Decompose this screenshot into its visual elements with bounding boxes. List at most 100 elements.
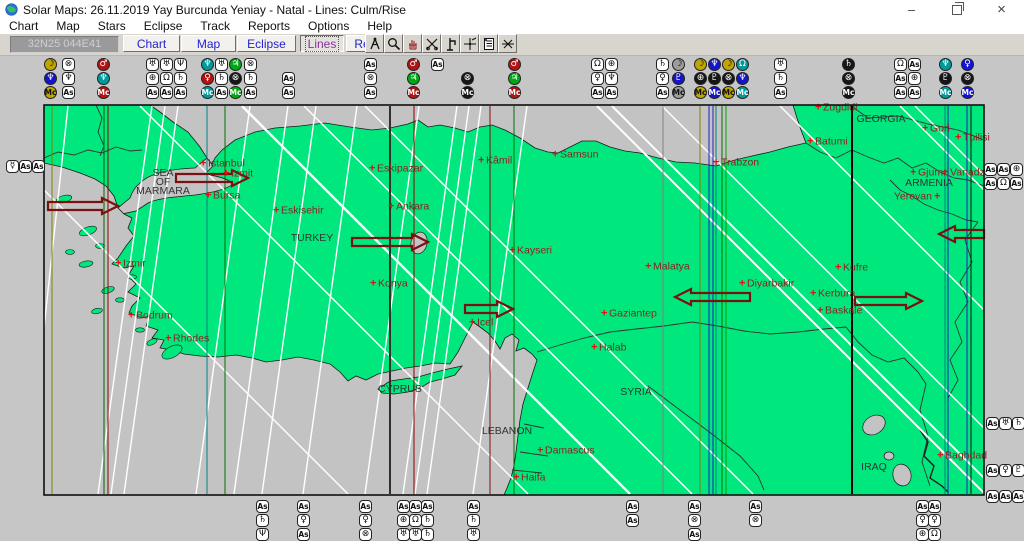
- angle-glyph-Ω: Ω: [997, 177, 1010, 190]
- angle-glyph-As: As: [421, 500, 434, 513]
- planet-glyph-⊕: ⊕: [694, 72, 707, 85]
- angle-glyph-Ω: Ω: [928, 528, 941, 541]
- menu-options[interactable]: Options: [299, 19, 358, 34]
- angle-glyph-As: As: [908, 58, 921, 71]
- menu-bar: Chart Map Stars Eclipse Track Reports Options H…: [0, 19, 1024, 35]
- city-marker: +: [934, 191, 940, 203]
- map-button[interactable]: Map: [181, 35, 236, 52]
- angle-glyph-As: As: [1010, 177, 1023, 190]
- report-page-tool[interactable]: [479, 34, 498, 53]
- city-marker: +: [273, 205, 279, 217]
- planet-glyph-⊗: ⊗: [842, 72, 855, 85]
- angle-glyph-As: As: [984, 163, 997, 176]
- angle-glyph-As: As: [908, 86, 921, 99]
- angle-glyph-♀: ♀: [999, 464, 1012, 477]
- city-label: Damascus: [545, 445, 595, 457]
- planet-glyph-♆: ♆: [201, 58, 214, 71]
- close-button[interactable]: ×: [979, 0, 1024, 19]
- span-tool[interactable]: [498, 34, 517, 53]
- region-label: LEBANON: [482, 425, 532, 437]
- angle-glyph-♄: ♄: [215, 72, 228, 85]
- planet-glyph-⊗: ⊗: [722, 72, 735, 85]
- angle-glyph-As: As: [656, 86, 669, 99]
- planet-glyph-Mc: Mc: [229, 86, 242, 99]
- angle-glyph-♀: ♀: [656, 72, 669, 85]
- planet-glyph-Mc: Mc: [407, 86, 420, 99]
- planet-glyph-♃: ♃: [508, 72, 521, 85]
- angle-glyph-As: As: [19, 160, 32, 173]
- angle-glyph-As: As: [297, 528, 310, 541]
- map-canvas[interactable]: + Istanbul+ Izmit+ Bursa+ Eskisehir+ Izmir+ Bo…: [0, 55, 1024, 541]
- planet-glyph-♄: ♄: [842, 58, 855, 71]
- city-marker: +: [591, 342, 597, 354]
- city-label: Gaziantep: [609, 308, 657, 320]
- region-label: GEORGIA: [856, 113, 905, 125]
- zoom-tool[interactable]: [384, 34, 403, 53]
- angle-glyph-As: As: [688, 500, 701, 513]
- dividers-tool[interactable]: [365, 34, 384, 53]
- angle-glyph-As: As: [297, 500, 310, 513]
- angle-glyph-♅: ♅: [467, 528, 480, 541]
- plot-point-tool[interactable]: [460, 34, 479, 53]
- menu-eclipse[interactable]: Eclipse: [135, 19, 192, 34]
- menu-track[interactable]: Track: [191, 19, 239, 34]
- menu-map[interactable]: Map: [47, 19, 88, 34]
- cut-tool[interactable]: [422, 34, 441, 53]
- city-label: Eskisehir: [281, 205, 324, 217]
- lines-button[interactable]: Lines: [300, 35, 344, 52]
- city-marker: +: [469, 317, 475, 329]
- angle-glyph-♇: ♇: [1012, 464, 1024, 477]
- city-marker: +: [509, 245, 515, 257]
- eclipse-button[interactable]: Eclipse: [237, 35, 296, 52]
- city-marker: +: [388, 201, 394, 213]
- angle-glyph-As: As: [215, 86, 228, 99]
- angle-glyph-As: As: [282, 86, 295, 99]
- angle-glyph-☿: ☿: [6, 160, 19, 173]
- menu-chart[interactable]: Chart: [0, 19, 47, 34]
- menu-help[interactable]: Help: [358, 19, 401, 34]
- angle-glyph-♅: ♅: [999, 417, 1012, 430]
- angle-glyph-♅: ♅: [160, 58, 173, 71]
- minimize-button[interactable]: –: [889, 0, 934, 19]
- city-label: Zugdidi: [823, 102, 857, 114]
- city-label: Diyarbakir: [747, 278, 795, 290]
- angle-glyph-As: As: [626, 500, 639, 513]
- chart-button[interactable]: Chart: [123, 35, 180, 52]
- window-title: Solar Maps: 26.11.2019 Yay Burcunda Yeni…: [23, 2, 406, 17]
- city-marker: +: [937, 450, 943, 462]
- angle-glyph-As: As: [894, 86, 907, 99]
- clamp-tool[interactable]: [441, 34, 460, 53]
- solar-maps-window: Solar Maps: 26.11.2019 Yay Burcunda Yeni…: [0, 0, 1024, 541]
- city-marker: +: [922, 123, 928, 135]
- angle-glyph-♄: ♄: [421, 514, 434, 527]
- planet-glyph-☽: ☽: [672, 58, 685, 71]
- restore-button[interactable]: [934, 0, 979, 19]
- city-marker: +: [513, 472, 519, 484]
- pan-hand-tool[interactable]: [403, 34, 422, 53]
- angle-glyph-♅: ♅: [146, 58, 159, 71]
- angle-glyph-⊕: ⊕: [605, 58, 618, 71]
- planet-glyph-Mc: Mc: [694, 86, 707, 99]
- city-label: Halab: [599, 342, 627, 354]
- planet-glyph-Mc: Mc: [508, 86, 521, 99]
- city-marker: +: [810, 288, 816, 300]
- planet-glyph-♂: ♂: [508, 58, 521, 71]
- city-label: Kayseri: [517, 245, 552, 257]
- city-marker: +: [370, 278, 376, 290]
- city-marker: +: [369, 163, 375, 175]
- angle-glyph-As: As: [146, 86, 159, 99]
- region-label: MARMARA: [136, 185, 190, 197]
- menu-stars[interactable]: Stars: [89, 19, 135, 34]
- planet-glyph-Mc: Mc: [961, 86, 974, 99]
- angle-glyph-As: As: [626, 514, 639, 527]
- planet-glyph-☽: ☽: [694, 58, 707, 71]
- menu-reports[interactable]: Reports: [239, 19, 299, 34]
- planet-glyph-☽: ☽: [722, 58, 735, 71]
- city-marker: +: [223, 168, 229, 180]
- city-marker: +: [601, 308, 607, 320]
- angle-glyph-⊗: ⊗: [749, 514, 762, 527]
- city-label: Eskipazar: [377, 163, 424, 175]
- city-label: Haifa: [521, 472, 546, 484]
- angle-glyph-⊗: ⊗: [244, 58, 257, 71]
- angle-glyph-⊗: ⊗: [688, 514, 701, 527]
